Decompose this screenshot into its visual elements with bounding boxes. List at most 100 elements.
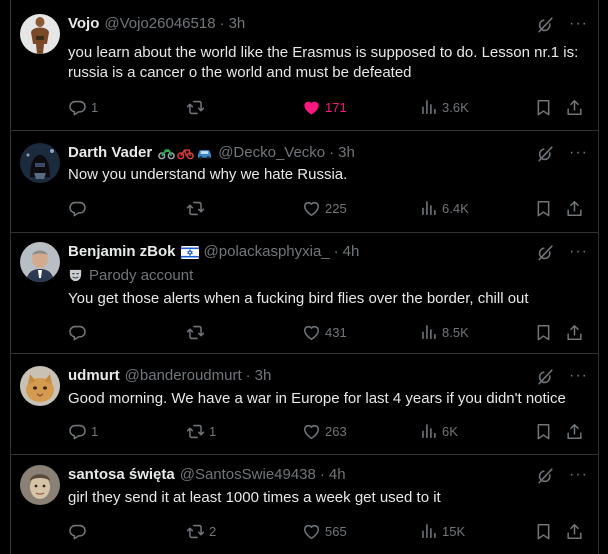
bookmark-button[interactable] — [534, 198, 553, 218]
tweet-actions: 225 6.4K — [68, 198, 586, 218]
views-button[interactable]: 15K — [419, 521, 465, 541]
bookmark-button[interactable] — [534, 322, 553, 342]
retweet-button[interactable] — [186, 322, 209, 342]
reply-button[interactable] — [68, 322, 91, 342]
display-name[interactable]: Darth Vader — [68, 143, 152, 163]
bookmark-button[interactable] — [534, 421, 553, 441]
like-count: 225 — [325, 200, 347, 216]
retweet-button[interactable] — [186, 198, 209, 218]
like-button[interactable]: 431 — [302, 322, 347, 342]
reply-icon — [68, 98, 87, 117]
bookmark-icon — [534, 199, 553, 218]
grok-icon[interactable] — [536, 243, 555, 262]
share-button[interactable] — [565, 97, 584, 117]
tweet[interactable]: Darth Vader @Decko_Vecko · 3h ··· Now yo… — [11, 131, 598, 233]
reply-button[interactable]: 1 — [68, 421, 98, 441]
user-handle[interactable]: @banderoudmurt — [125, 366, 242, 386]
user-handle[interactable]: @Decko_Vecko — [218, 143, 325, 163]
more-icon[interactable]: ··· — [569, 244, 588, 260]
tweet[interactable]: udmurt @banderoudmurt · 3h ··· Good morn… — [11, 354, 598, 455]
reply-count: 1 — [91, 99, 99, 115]
bookmark-icon — [534, 422, 553, 441]
user-handle[interactable]: @Vojo26046518 — [104, 14, 215, 34]
timestamp[interactable]: 4h — [343, 242, 360, 262]
avatar[interactable] — [20, 143, 60, 183]
share-icon — [565, 98, 584, 117]
separator-dot: · — [333, 243, 339, 260]
user-handle[interactable]: @SantosSwie49438 — [180, 465, 316, 485]
tweet-top-actions: ··· — [536, 366, 588, 386]
tweet[interactable]: Benjamin zBok @polackasphyxia_ · 4h ··· — [11, 233, 598, 354]
reply-count: 1 — [91, 423, 99, 439]
heart-filled-icon — [302, 98, 321, 117]
tweet[interactable]: Vojo @Vojo26046518 · 3h ··· you learn ab… — [11, 0, 598, 131]
grok-icon[interactable] — [536, 144, 555, 163]
reply-icon — [68, 323, 87, 342]
avatar[interactable] — [20, 242, 60, 282]
more-icon[interactable]: ··· — [569, 467, 588, 483]
heart-icon — [302, 522, 321, 541]
parody-label-text: Parody account — [89, 266, 194, 284]
tweet-actions: 431 8.5K — [68, 322, 586, 342]
tweet-text: Good morning. We have a war in Europe fo… — [68, 390, 566, 407]
share-button[interactable] — [565, 421, 584, 441]
timestamp[interactable]: 3h — [229, 14, 246, 34]
reply-icon — [68, 199, 87, 218]
retweet-button[interactable] — [186, 97, 209, 117]
view-count: 8.5K — [442, 324, 469, 340]
tweet-header: udmurt @banderoudmurt · 3h — [68, 366, 598, 386]
more-icon[interactable]: ··· — [569, 16, 588, 32]
heart-icon — [302, 323, 321, 342]
share-icon — [565, 323, 584, 342]
tweet-top-actions: ··· — [536, 242, 588, 262]
share-icon — [565, 522, 584, 541]
display-name[interactable]: Benjamin zBok — [68, 242, 176, 262]
share-button[interactable] — [565, 322, 584, 342]
reply-button[interactable] — [68, 198, 91, 218]
tweet-actions: 1 171 3.6K — [68, 97, 586, 117]
bookmark-button[interactable] — [534, 97, 553, 117]
avatar[interactable] — [20, 366, 60, 406]
theater-mask-icon — [69, 269, 82, 281]
bookmark-button[interactable] — [534, 521, 553, 541]
like-button[interactable]: 225 — [302, 198, 347, 218]
retweet-button[interactable]: 2 — [186, 521, 216, 541]
tweet-header: Darth Vader @Decko_Vecko · 3h — [68, 143, 598, 163]
views-button[interactable]: 6K — [419, 421, 458, 441]
views-button[interactable]: 8.5K — [419, 322, 469, 342]
tweet[interactable]: santosa święta @SantosSwie49438 · 4h ···… — [11, 455, 598, 554]
retweet-icon — [186, 522, 205, 541]
display-name[interactable]: udmurt — [68, 366, 120, 386]
grok-icon[interactable] — [536, 466, 555, 485]
more-icon[interactable]: ··· — [569, 368, 588, 384]
grok-icon[interactable] — [536, 367, 555, 386]
share-button[interactable] — [565, 198, 584, 218]
avatar[interactable] — [20, 14, 60, 54]
display-name[interactable]: santosa święta — [68, 465, 175, 485]
grok-icon[interactable] — [536, 15, 555, 34]
views-button[interactable]: 3.6K — [419, 97, 469, 117]
reply-button[interactable]: 1 — [68, 97, 98, 117]
avatar[interactable] — [20, 465, 60, 505]
bookmark-icon — [534, 98, 553, 117]
views-icon — [419, 98, 438, 117]
view-count: 3.6K — [442, 99, 469, 115]
retweet-icon — [186, 199, 205, 218]
tweet-text: Now you understand why we hate Russia. — [68, 166, 348, 183]
tweet-text: You get those alerts when a fucking bird… — [68, 290, 529, 307]
like-button[interactable]: 171 — [302, 97, 347, 117]
views-icon — [419, 422, 438, 441]
more-icon[interactable]: ··· — [569, 145, 588, 161]
like-button[interactable]: 565 — [302, 521, 347, 541]
timestamp[interactable]: 4h — [329, 465, 346, 485]
timestamp[interactable]: 3h — [338, 143, 355, 163]
like-button[interactable]: 263 — [302, 421, 347, 441]
retweet-button[interactable]: 1 — [186, 421, 216, 441]
reply-feed: Vojo @Vojo26046518 · 3h ··· you learn ab… — [10, 0, 599, 554]
share-button[interactable] — [565, 521, 584, 541]
display-name[interactable]: Vojo — [68, 14, 99, 34]
views-button[interactable]: 6.4K — [419, 198, 469, 218]
reply-button[interactable] — [68, 521, 91, 541]
user-handle[interactable]: @polackasphyxia_ — [204, 242, 330, 262]
timestamp[interactable]: 3h — [255, 366, 272, 386]
